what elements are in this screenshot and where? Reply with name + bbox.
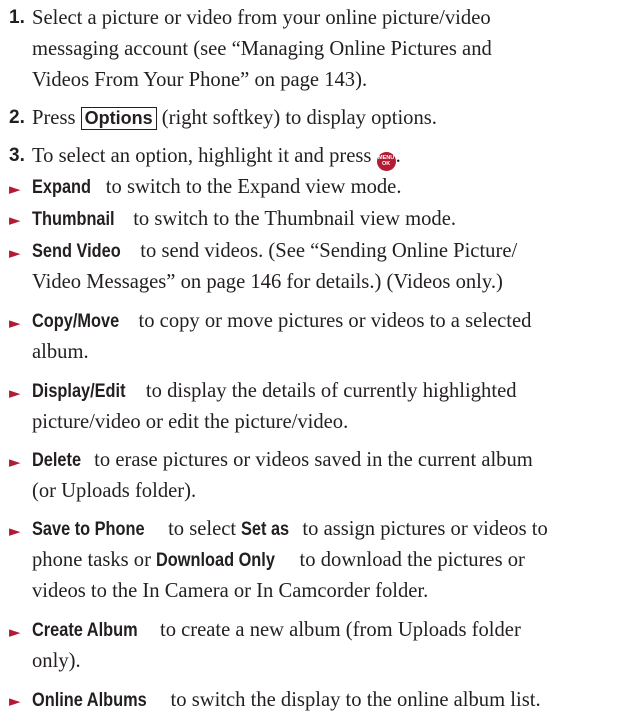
- option-create-album-line-2: only).: [32, 649, 81, 672]
- step-1-number: 1.: [9, 6, 25, 28]
- option-thumbnail: Thumbnail to switch to the Thumbnail vie…: [32, 207, 456, 230]
- step-2-text: Press Options (right softkey) to display…: [32, 107, 437, 131]
- bullet-icon: ►: [9, 622, 21, 641]
- option-copy-move-line-2: album.: [32, 340, 89, 363]
- step-2-number: 2.: [9, 107, 25, 129]
- option-display-edit: Display/Edit to display the details of c…: [32, 379, 517, 402]
- step-1-line-2: messaging account (see “Managing Online …: [32, 38, 492, 61]
- bullet-icon: ►: [9, 179, 21, 198]
- bullet-icon: ►: [9, 453, 21, 472]
- bullet-icon: ►: [9, 211, 21, 230]
- option-save-to-phone-line-2: phone tasks or Download Only to download…: [32, 549, 525, 572]
- option-copy-move: Copy/Move to copy or move pictures or vi…: [32, 309, 532, 332]
- bullet-icon: ►: [9, 383, 21, 402]
- bullet-icon: ►: [9, 522, 21, 541]
- manual-page: 1. Select a picture or video from your o…: [0, 0, 627, 719]
- step-1-line-1: Select a picture or video from your onli…: [32, 6, 491, 29]
- option-delete: Delete to erase pictures or videos saved…: [32, 449, 533, 472]
- options-softkey-label: Options: [80, 107, 157, 131]
- option-save-to-phone: Save to Phone to select Set as to assign…: [32, 518, 548, 541]
- option-send-video: Send Video to send videos. (See “Sending…: [32, 240, 518, 263]
- option-delete-line-2: (or Uploads folder).: [32, 480, 197, 503]
- step-3-text: To select an option, highlight it and pr…: [32, 143, 401, 171]
- option-online-albums: Online Albums to switch the display to t…: [32, 688, 541, 711]
- option-expand: Expand to switch to the Expand view mode…: [32, 175, 402, 198]
- step-3-number: 3.: [9, 145, 25, 167]
- option-create-album: Create Album to create a new album (from…: [32, 618, 521, 641]
- bullet-icon: ►: [9, 692, 21, 711]
- option-send-video-line-2: Video Messages” on page 146 for details.…: [32, 271, 503, 294]
- option-save-to-phone-line-3: videos to the In Camera or In Camcorder …: [32, 579, 429, 602]
- bullet-icon: ►: [9, 244, 21, 263]
- option-display-edit-line-2: picture/video or edit the picture/video.: [32, 410, 349, 433]
- menu-ok-key-icon: MENU OK: [376, 151, 396, 171]
- bullet-icon: ►: [9, 313, 21, 332]
- step-1-line-3: Videos From Your Phone” on page 143).: [32, 69, 368, 92]
